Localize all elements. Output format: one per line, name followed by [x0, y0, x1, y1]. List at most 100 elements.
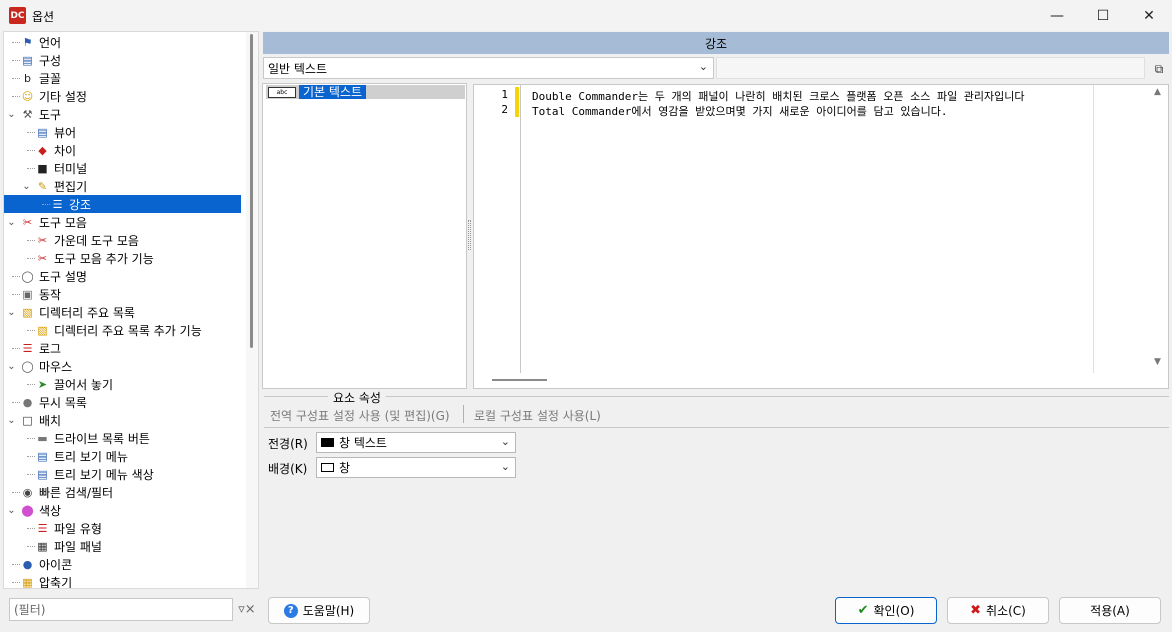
expand-toggle-icon[interactable]: ⌄	[6, 307, 17, 318]
folder-icon: ▧	[22, 305, 33, 319]
tree-item-label: 강조	[69, 197, 92, 212]
copy-icon[interactable]: ⧉	[1151, 61, 1167, 77]
scroll-up-icon[interactable]: ▲	[1154, 87, 1161, 97]
color-wheel-icon: ⬤	[21, 503, 34, 517]
tree-item-label: 빠른 검색/필터	[39, 485, 114, 500]
list-item[interactable]: abc 기본 텍스트	[266, 85, 465, 99]
tree-scroll-thumb[interactable]	[250, 34, 253, 348]
tree-item[interactable]: ⌄ ✎ 편집기	[4, 177, 241, 195]
tree-item[interactable]: ⌄ ⬤ 색상	[4, 501, 241, 519]
expand-toggle-icon[interactable]: ⌄	[6, 505, 17, 516]
tree-item[interactable]: ☰ 로그	[4, 339, 241, 357]
tree-item-label: 구성	[39, 53, 62, 68]
editor-icon: ✎	[37, 179, 48, 193]
background-label: 배경(K)	[268, 462, 308, 476]
horizontal-scroll-thumb[interactable]	[492, 379, 547, 381]
tree-item[interactable]: ⌄ ✂ 도구 모음	[4, 213, 241, 231]
tree-menu-icon: ▤	[37, 449, 48, 463]
filter-input[interactable]: (필터)	[9, 598, 233, 621]
tree-item[interactable]: ☰ 강조	[4, 195, 241, 213]
expand-toggle-icon[interactable]: ⌄	[21, 181, 32, 192]
tree-item-label: 뷰어	[54, 125, 77, 140]
tree-item[interactable]: ⌄ ⚒ 도구	[4, 105, 241, 123]
tree-item-label: 차이	[54, 143, 77, 158]
tree-item[interactable]: ▤ 뷰어	[4, 123, 241, 141]
right-margin-line	[1093, 85, 1094, 373]
maximize-button[interactable]: ☐	[1080, 0, 1126, 31]
text-style-icon: abc	[268, 86, 296, 98]
tree-item[interactable]: ▤ 트리 보기 메뉴	[4, 447, 241, 465]
expand-toggle-icon[interactable]: ⌄	[6, 361, 17, 372]
foreground-value: 창 텍스트	[339, 436, 387, 450]
tree-menu-icon: ▤	[37, 467, 48, 481]
tree-item-label: 도구 모음	[39, 215, 87, 230]
expand-toggle-icon[interactable]: ⌄	[6, 415, 17, 426]
code-line: Double Commander는 두 개의 패널이 나란히 배치된 크로스 플…	[532, 90, 1025, 103]
tree-item-label: 편집기	[54, 179, 88, 194]
tree-item-label: 무시 목록	[39, 395, 87, 410]
expand-toggle-icon[interactable]: ⌄	[6, 217, 17, 228]
minimize-button[interactable]: —	[1034, 0, 1080, 31]
tree-item[interactable]: ⌄ □ 배치	[4, 411, 241, 429]
tree-item[interactable]: ▦ 압축기	[4, 573, 241, 589]
tree-item-label: 파일 패널	[54, 539, 102, 554]
tree-item[interactable]: ▦ 파일 패널	[4, 537, 241, 555]
scissors-icon: ✂	[37, 233, 48, 247]
splitter-handle[interactable]	[468, 220, 471, 250]
tree-item[interactable]: ⌄ ◯ 마우스	[4, 357, 241, 375]
tree-item[interactable]: ▧ 디렉터리 주요 목록 추가 기능	[4, 321, 241, 339]
background-select[interactable]: 창 ⌄	[316, 457, 516, 478]
scroll-down-icon[interactable]: ▼	[1154, 357, 1161, 367]
tree-item[interactable]: ☺ 기타 설정	[4, 87, 241, 105]
expand-toggle-icon[interactable]: ⌄	[6, 109, 17, 120]
syntax-select[interactable]: 일반 텍스트 ⌄	[263, 57, 714, 79]
element-list[interactable]: abc 기본 텍스트	[262, 83, 467, 389]
cancel-button[interactable]: ✖ 취소(C)	[947, 597, 1049, 624]
tree-item[interactable]: ✂ 도구 모음 추가 기능	[4, 249, 241, 267]
tree-item[interactable]: ◯ 도구 설명	[4, 267, 241, 285]
options-tree[interactable]: ⚑ 언어 ▤ 구성 b 글꼴 ☺ 기타 설정 ⌄ ⚒ 도구 ▤ 뷰어 ◆ 차이 ■ 터미널 ⌄ ✎ 편집기 ☰ 강조 ⌄ ✂ 도…	[3, 31, 259, 589]
tree-item[interactable]: ■ 터미널	[4, 159, 241, 177]
tree-item-label: 트리 보기 메뉴 색상	[54, 467, 154, 482]
tree-item[interactable]: ▣ 동작	[4, 285, 241, 303]
use-global-scheme-option[interactable]: 전역 구성표 설정 사용 (및 편집)(G)	[270, 407, 450, 424]
chevron-down-icon: ⌄	[500, 460, 510, 473]
tree-item[interactable]: ▤ 트리 보기 메뉴 색상	[4, 465, 241, 483]
tree-item[interactable]: ➤ 끌어서 놓기	[4, 375, 241, 393]
tree-item[interactable]: ⌄ ▧ 디렉터리 주요 목록	[4, 303, 241, 321]
foreground-select[interactable]: 창 텍스트 ⌄	[316, 432, 516, 453]
tree-item[interactable]: ▬ 드라이브 목록 버튼	[4, 429, 241, 447]
tree-item[interactable]: ◉ 빠른 검색/필터	[4, 483, 241, 501]
tree-item-label: 도구 설명	[39, 269, 87, 284]
tree-item[interactable]: ⚑ 언어	[4, 33, 241, 51]
tree-item[interactable]: ● 아이콘	[4, 555, 241, 573]
tree-item-label: 가운데 도구 모음	[54, 233, 139, 248]
diff-icon: ◆	[38, 143, 47, 157]
tree-connector	[27, 438, 35, 439]
tree-item[interactable]: ◆ 차이	[4, 141, 241, 159]
tree-item[interactable]: ▤ 구성	[4, 51, 241, 69]
ok-button[interactable]: ✔ 확인(O)	[835, 597, 937, 624]
tree-item-label: 파일 유형	[54, 521, 102, 536]
drive-icon: ▬	[37, 431, 48, 445]
close-button[interactable]: ✕	[1126, 0, 1172, 31]
tree-item[interactable]: b 글꼴	[4, 69, 241, 87]
line-number: 2	[501, 103, 508, 116]
extension-field[interactable]	[716, 57, 1145, 79]
tree-scrollbar[interactable]	[246, 32, 258, 588]
tree-item[interactable]: ✂ 가운데 도구 모음	[4, 231, 241, 249]
preview-editor[interactable]: 1 2 Double Commander는 두 개의 패널이 나란히 배치된 크…	[473, 84, 1169, 389]
archive-icon: ▦	[22, 575, 33, 589]
tools-icon: ⚒	[22, 107, 33, 121]
help-button-label: 도움말(H)	[302, 604, 355, 618]
scissors-icon: ✂	[37, 251, 48, 265]
tree-connector	[12, 42, 20, 43]
tree-item[interactable]: ● 무시 목록	[4, 393, 241, 411]
use-local-scheme-option[interactable]: 로컬 구성표 설정 사용(L)	[474, 407, 601, 424]
tree-item-label: 로그	[39, 341, 62, 356]
help-button[interactable]: ? 도움말(H)	[268, 597, 370, 624]
tree-item[interactable]: ☰ 파일 유형	[4, 519, 241, 537]
filter-clear-icon[interactable]: ▿×	[238, 600, 256, 618]
tree-connector	[12, 78, 20, 79]
apply-button[interactable]: 적용(A)	[1059, 597, 1161, 624]
